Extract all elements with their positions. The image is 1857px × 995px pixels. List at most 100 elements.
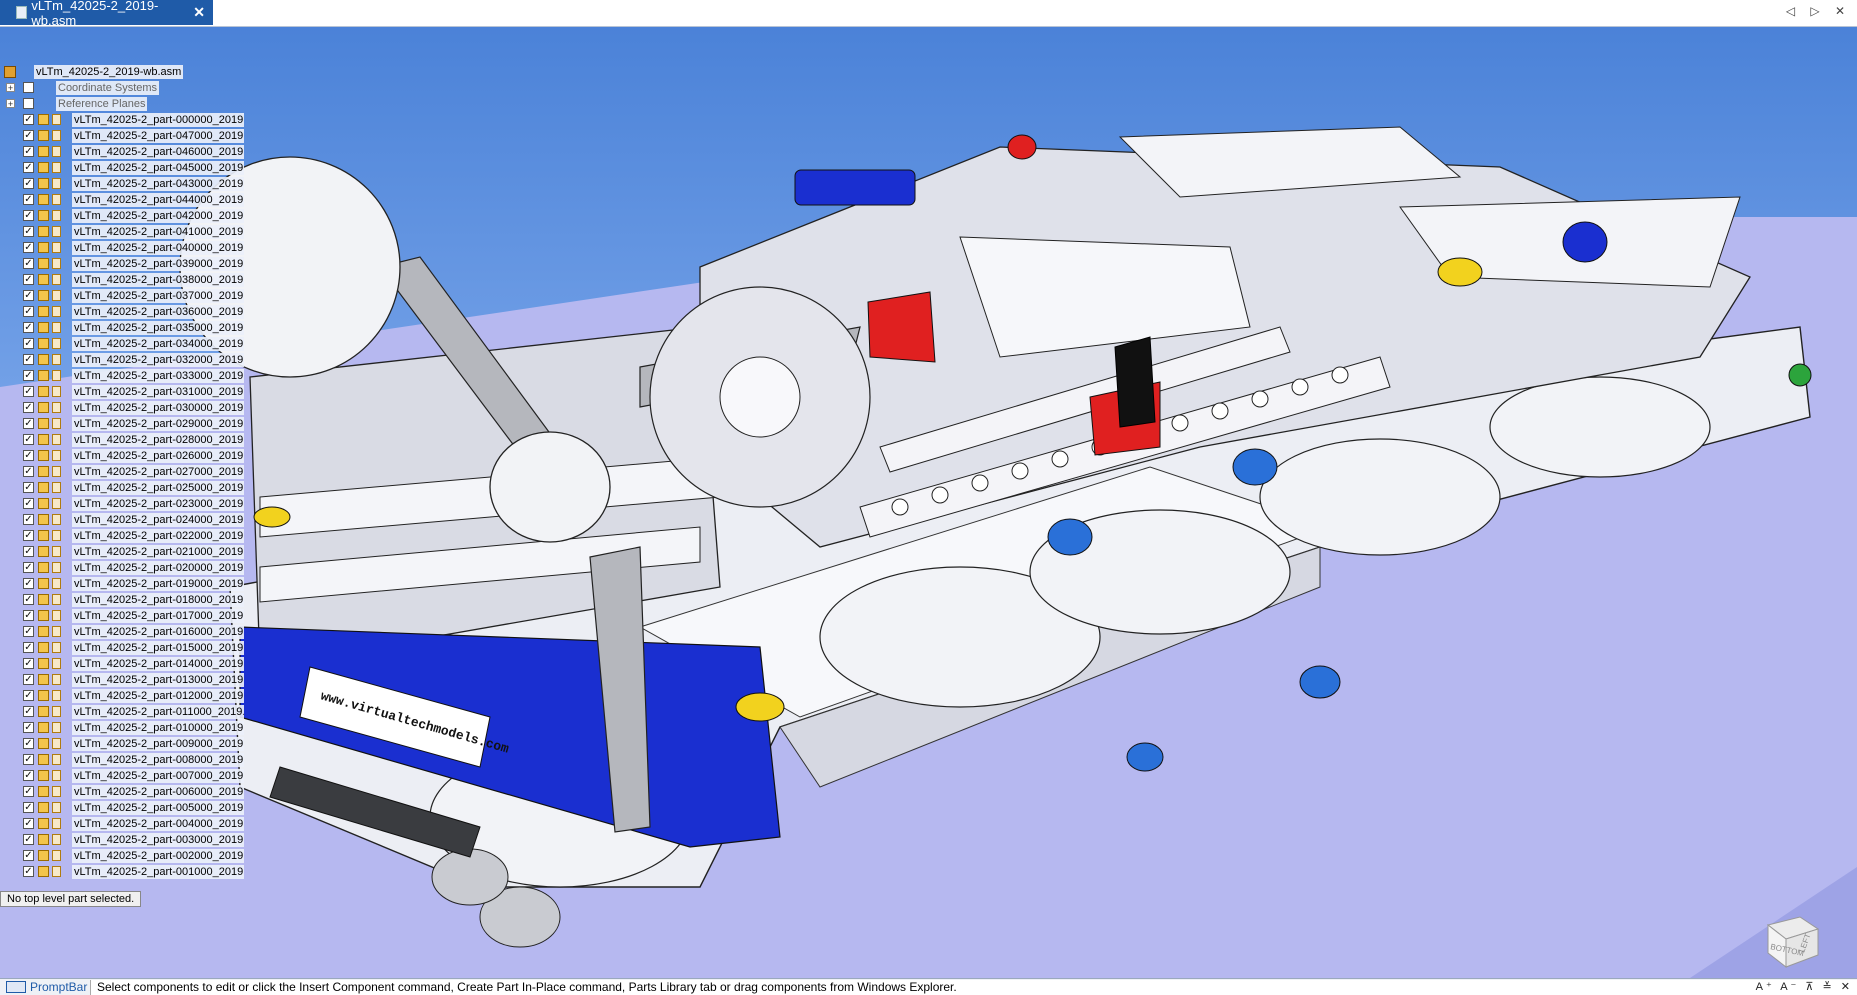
visibility-checkbox[interactable]: ✓ [23,130,34,141]
visibility-checkbox[interactable]: ✓ [23,450,34,461]
tree-part-item[interactable]: ✓ vLTm_42025-2_part-015000_2019. [0,640,250,656]
tree-part-item[interactable]: ✓ vLTm_42025-2_part-043000_2019. [0,176,250,192]
tree-part-item[interactable]: ✓ vLTm_42025-2_part-029000_2019. [0,416,250,432]
tree-part-item[interactable]: ✓ vLTm_42025-2_part-008000_2019. [0,752,250,768]
tree-part-item[interactable]: ✓ vLTm_42025-2_part-026000_2019. [0,448,250,464]
visibility-checkbox[interactable]: ✓ [23,210,34,221]
tree-part-item[interactable]: ✓ vLTm_42025-2_part-025000_2019. [0,480,250,496]
tree-part-item[interactable]: ✓ vLTm_42025-2_part-039000_2019. [0,256,250,272]
visibility-checkbox[interactable]: ✓ [23,578,34,589]
visibility-checkbox[interactable] [23,82,34,93]
visibility-checkbox[interactable]: ✓ [23,194,34,205]
tree-part-item[interactable]: ✓ vLTm_42025-2_part-018000_2019. [0,592,250,608]
visibility-checkbox[interactable]: ✓ [23,306,34,317]
tree-part-item[interactable]: ✓ vLTm_42025-2_part-005000_2019. [0,800,250,816]
visibility-checkbox[interactable]: ✓ [23,418,34,429]
tree-part-item[interactable]: ✓ vLTm_42025-2_part-031000_2019. [0,384,250,400]
tree-part-item[interactable]: ✓ vLTm_42025-2_part-028000_2019. [0,432,250,448]
visibility-checkbox[interactable]: ✓ [23,546,34,557]
visibility-checkbox[interactable]: ✓ [23,610,34,621]
tree-part-item[interactable]: ✓ vLTm_42025-2_part-040000_2019. [0,240,250,256]
tree-part-item[interactable]: ✓ vLTm_42025-2_part-030000_2019. [0,400,250,416]
tree-part-item[interactable]: ✓ vLTm_42025-2_part-037000_2019. [0,288,250,304]
visibility-checkbox[interactable]: ✓ [23,514,34,525]
visibility-checkbox[interactable]: ✓ [23,530,34,541]
tree-part-item[interactable]: ✓ vLTm_42025-2_part-001000_2019. [0,864,250,880]
visibility-checkbox[interactable]: ✓ [23,482,34,493]
tree-part-item[interactable]: ✓ vLTm_42025-2_part-003000_2019. [0,832,250,848]
tree-part-item[interactable]: ✓ vLTm_42025-2_part-045000_2019. [0,160,250,176]
visibility-checkbox[interactable]: ✓ [23,466,34,477]
tree-part-item[interactable]: ✓ vLTm_42025-2_part-047000_2019. [0,128,250,144]
visibility-checkbox[interactable]: ✓ [23,738,34,749]
tree-part-item[interactable]: ✓ vLTm_42025-2_part-013000_2019. [0,672,250,688]
visibility-checkbox[interactable]: ✓ [23,834,34,845]
visibility-checkbox[interactable]: ✓ [23,642,34,653]
tree-part-item[interactable]: ✓ vLTm_42025-2_part-035000_2019. [0,320,250,336]
visibility-checkbox[interactable]: ✓ [23,786,34,797]
visibility-checkbox[interactable]: ✓ [23,402,34,413]
tree-part-item[interactable]: ✓ vLTm_42025-2_part-027000_2019. [0,464,250,480]
tree-part-item[interactable]: ✓ vLTm_42025-2_part-021000_2019. [0,544,250,560]
visibility-checkbox[interactable]: ✓ [23,162,34,173]
tree-part-item[interactable]: ✓ vLTm_42025-2_part-046000_2019. [0,144,250,160]
visibility-checkbox[interactable]: ✓ [23,770,34,781]
visibility-checkbox[interactable]: ✓ [23,626,34,637]
visibility-checkbox[interactable]: ✓ [23,242,34,253]
visibility-checkbox[interactable]: ✓ [23,690,34,701]
visibility-checkbox[interactable]: ✓ [23,594,34,605]
tree-part-item[interactable]: ✓ vLTm_42025-2_part-017000_2019. [0,608,250,624]
visibility-checkbox[interactable]: ✓ [23,674,34,685]
document-tab[interactable]: vLTm_42025-2_2019-wb.asm ✕ [0,0,213,28]
view-cube[interactable]: BOTTOM LEFT [1760,907,1820,969]
tree-part-item[interactable]: ✓ vLTm_42025-2_part-033000_2019. [0,368,250,384]
tree-part-item[interactable]: ✓ vLTm_42025-2_part-014000_2019. [0,656,250,672]
tree-part-item[interactable]: ✓ vLTm_42025-2_part-024000_2019. [0,512,250,528]
tree-part-item[interactable]: ✓ vLTm_42025-2_part-038000_2019. [0,272,250,288]
tree-part-item[interactable]: ✓ vLTm_42025-2_part-042000_2019. [0,208,250,224]
visibility-checkbox[interactable]: ✓ [23,850,34,861]
tree-part-item[interactable]: ✓ vLTm_42025-2_part-010000_2019. [0,720,250,736]
visibility-checkbox[interactable]: ✓ [23,178,34,189]
visibility-checkbox[interactable]: ✓ [23,722,34,733]
visibility-checkbox[interactable]: ✓ [23,146,34,157]
3d-viewport[interactable]: www.virtualtechmodels.com vLTm_42025-2_2… [0,27,1857,978]
tree-part-item[interactable]: ✓ vLTm_42025-2_part-019000_2019. [0,576,250,592]
visibility-checkbox[interactable]: ✓ [23,866,34,877]
visibility-checkbox[interactable]: ✓ [23,370,34,381]
expand-icon[interactable]: + [6,83,15,93]
tree-part-item[interactable]: ✓ vLTm_42025-2_part-002000_2019. [0,848,250,864]
promptbar-tools[interactable]: A⁺ A⁻ ⊼ ≚ ✕ [1756,980,1853,993]
visibility-checkbox[interactable]: ✓ [23,290,34,301]
visibility-checkbox[interactable]: ✓ [23,338,34,349]
visibility-checkbox[interactable]: ✓ [23,802,34,813]
window-controls[interactable]: ◁ ▷ ✕ [1786,4,1851,18]
tree-part-item[interactable]: ✓ vLTm_42025-2_part-022000_2019. [0,528,250,544]
visibility-checkbox[interactable]: ✓ [23,434,34,445]
visibility-checkbox[interactable]: ✓ [23,498,34,509]
visibility-checkbox[interactable]: ✓ [23,114,34,125]
tree-part-item[interactable]: ✓ vLTm_42025-2_part-020000_2019. [0,560,250,576]
tree-part-item[interactable]: ✓ vLTm_42025-2_part-041000_2019. [0,224,250,240]
tree-part-item[interactable]: ✓ vLTm_42025-2_part-007000_2019. [0,768,250,784]
visibility-checkbox[interactable]: ✓ [23,274,34,285]
tree-part-item[interactable]: ✓ vLTm_42025-2_part-032000_2019. [0,352,250,368]
tree-part-item[interactable]: ✓ vLTm_42025-2_part-016000_2019. [0,624,250,640]
visibility-checkbox[interactable]: ✓ [23,226,34,237]
reference-planes-item[interactable]: + Reference Planes [0,96,250,112]
visibility-checkbox[interactable]: ✓ [23,322,34,333]
tree-part-item[interactable]: ✓ vLTm_42025-2_part-009000_2019. [0,736,250,752]
visibility-checkbox[interactable]: ✓ [23,658,34,669]
tree-part-item[interactable]: ✓ vLTm_42025-2_part-023000_2019. [0,496,250,512]
close-tab-icon[interactable]: ✕ [193,4,205,21]
tree-part-item[interactable]: ✓ vLTm_42025-2_part-036000_2019. [0,304,250,320]
tree-part-item[interactable]: ✓ vLTm_42025-2_part-004000_2019. [0,816,250,832]
tree-part-item[interactable]: ✓ vLTm_42025-2_part-044000_2019. [0,192,250,208]
expand-icon[interactable]: + [6,99,15,109]
tree-part-item[interactable]: ✓ vLTm_42025-2_part-012000_2019. [0,688,250,704]
visibility-checkbox[interactable]: ✓ [23,258,34,269]
tree-part-item[interactable]: ✓ vLTm_42025-2_part-006000_2019. [0,784,250,800]
coordinate-systems-item[interactable]: + Coordinate Systems [0,80,250,96]
tree-part-item[interactable]: ✓ vLTm_42025-2_part-034000_2019. [0,336,250,352]
tree-part-item[interactable]: ✓ vLTm_42025-2_part-011000_2019. [0,704,250,720]
